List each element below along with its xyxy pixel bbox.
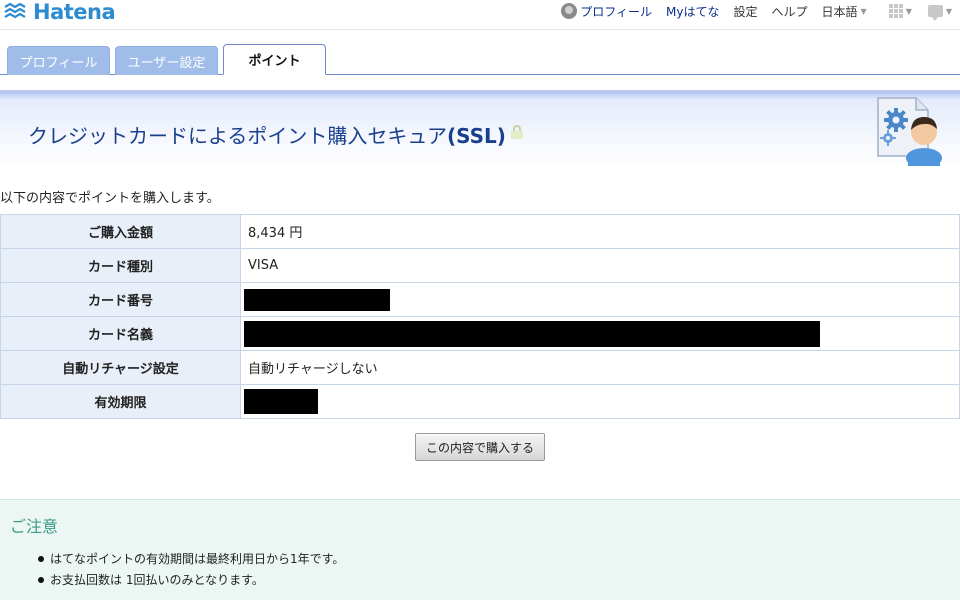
global-header: Hatena プロフィール Myはてな 設定 ヘルプ 日本語 ▼ ▼ ▼ — [0, 0, 960, 30]
hatena-logo-icon — [4, 2, 30, 21]
nav-profile-label: プロフィール — [580, 4, 653, 19]
language-selector[interactable]: 日本語 ▼ — [822, 3, 867, 20]
avatar-icon — [561, 3, 578, 19]
nav-settings[interactable]: 設定 — [733, 3, 757, 20]
row-label-card-number: カード番号 — [0, 282, 241, 317]
row-label-card-type: カード種別 — [0, 248, 241, 283]
tab-user-settings[interactable]: ユーザー設定 — [115, 46, 218, 75]
table-row: 自動リチャージ設定 自動リチャージしない — [0, 350, 960, 385]
ssl-lock-icon — [510, 125, 524, 139]
row-value-expiry — [240, 384, 960, 419]
nav-help[interactable]: ヘルプ — [772, 3, 808, 20]
row-value-card-type: VISA — [240, 248, 960, 283]
row-value-card-holder — [240, 316, 960, 351]
row-label-auto-recharge: 自動リチャージ設定 — [0, 350, 241, 385]
confirm-purchase-button[interactable]: この内容で購入する — [414, 433, 545, 461]
nav-my-hatena[interactable]: Myはてな — [666, 3, 719, 20]
list-item: お支払回数は 1回払いのみとなります。 — [38, 569, 344, 590]
bullet-icon — [38, 555, 44, 562]
intro-text: 以下の内容でポイントを購入します。 — [0, 191, 220, 206]
apps-menu[interactable]: ▼ — [888, 4, 912, 18]
page-title-text: クレジットカードによるポイント購入セキュア — [28, 124, 447, 148]
row-value-card-number — [240, 282, 960, 317]
redaction-block — [244, 288, 390, 311]
tab-points[interactable]: ポイント — [223, 44, 326, 75]
chevron-down-icon: ▼ — [945, 6, 952, 16]
table-row: カード種別 VISA — [0, 248, 960, 283]
row-label-expiry: 有効期限 — [0, 384, 241, 419]
notice-list: はてなポイントの有効期間は最終利用日から1年です。 お支払回数は 1回払いのみと… — [38, 548, 344, 590]
table-row: ご購入金額 8,434 円 — [0, 214, 960, 249]
page-title: クレジットカードによるポイント購入セキュア(SSL) — [28, 120, 506, 149]
list-item: はてなポイントの有効期間は最終利用日から1年です。 — [38, 548, 344, 569]
logo-text: Hatena — [33, 0, 116, 24]
nav-profile[interactable]: プロフィール — [561, 3, 652, 20]
table-row: カード名義 — [0, 316, 960, 351]
row-label-amount: ご購入金額 — [0, 214, 241, 249]
apps-grid-icon — [888, 4, 903, 18]
bullet-icon — [38, 576, 44, 583]
redaction-block — [244, 389, 318, 414]
purchase-details-table: ご購入金額 8,434 円 カード種別 VISA カード番号 カード名義 自動リ… — [0, 214, 960, 419]
row-value-auto-recharge: 自動リチャージしない — [240, 350, 960, 385]
table-row: 有効期限 — [0, 384, 960, 419]
title-band: クレジットカードによるポイント購入セキュア(SSL) — [0, 90, 960, 164]
chevron-down-icon: ▼ — [905, 6, 912, 16]
page-title-suffix: (SSL) — [447, 124, 506, 148]
action-area: この内容で購入する — [0, 433, 960, 461]
redaction-block — [244, 320, 820, 347]
notice-panel: ご注意 はてなポイントの有効期間は最終利用日から1年です。 お支払回数は 1回払… — [0, 499, 960, 600]
notification-bubble-icon — [927, 5, 943, 21]
global-nav: プロフィール Myはてな 設定 ヘルプ 日本語 ▼ ▼ ▼ — [547, 0, 952, 22]
notifications-menu[interactable]: ▼ — [927, 5, 952, 21]
hatena-logo[interactable]: Hatena — [4, 0, 116, 24]
tab-bar: プロフィール ユーザー設定 ポイント — [0, 44, 960, 75]
user-settings-illustration-icon — [876, 96, 944, 168]
tab-profile[interactable]: プロフィール — [7, 46, 110, 75]
row-label-card-holder: カード名義 — [0, 316, 241, 351]
notice-title: ご注意 — [10, 517, 59, 536]
row-value-amount: 8,434 円 — [240, 214, 960, 249]
language-label: 日本語 — [821, 4, 858, 19]
chevron-down-icon: ▼ — [860, 6, 867, 16]
table-row: カード番号 — [0, 282, 960, 317]
